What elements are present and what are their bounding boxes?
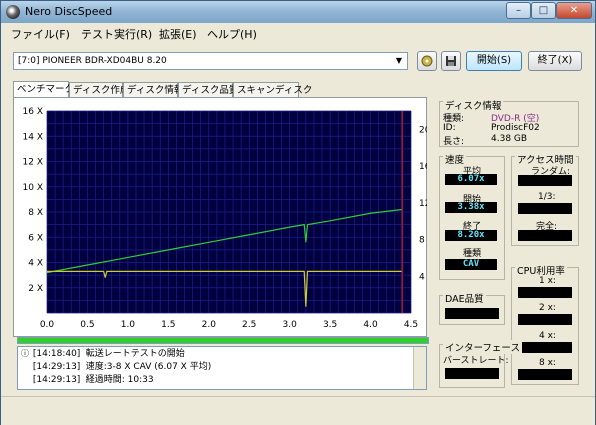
log-text: 速度:3-8 X CAV (6.07 X 平均) xyxy=(85,362,212,372)
disc-icon xyxy=(6,5,20,19)
speed-kind-label: 種類 xyxy=(463,249,482,259)
access-random-value xyxy=(518,175,572,186)
cpu-1x-label: 1 x: xyxy=(539,276,556,286)
save-icon xyxy=(446,56,456,66)
log-time: [14:29:13] xyxy=(32,375,81,385)
log-time: [14:18:40] xyxy=(32,349,81,359)
main-window: Nero DiscSpeed – □ ✕ ファイル(F) テスト実行(R) 拡張… xyxy=(0,0,596,425)
y-left-tick-label: 6 X xyxy=(28,233,43,243)
menu-file[interactable]: ファイル(F) xyxy=(11,26,70,42)
x-tick-label: 4.0 xyxy=(363,320,378,330)
drive-select-value: [7:0] PIONEER BDR-XD04BU 8.20 xyxy=(18,56,167,66)
x-tick-label: 0.5 xyxy=(80,320,94,330)
cpu-8x-label: 8 x: xyxy=(539,358,556,368)
minimize-button[interactable]: – xyxy=(506,2,531,19)
y-right-tick-label: 12 xyxy=(419,199,427,209)
y-right-tick-label: 8 xyxy=(419,236,425,246)
x-tick-label: 1.5 xyxy=(161,320,175,330)
drive-select[interactable]: [7:0] PIONEER BDR-XD04BU 8.20 ▼ xyxy=(13,52,408,70)
cpu-8x-value xyxy=(518,369,572,380)
dae-quality-title: DAE品質 xyxy=(443,291,486,305)
y-left-tick-label: 4 X xyxy=(28,259,43,269)
y-left-tick-label: 8 X xyxy=(28,208,43,218)
y-left-tick-label: 12 X xyxy=(23,158,43,168)
tab-disc-quality[interactable]: ディスク品質 xyxy=(178,82,238,97)
x-tick-label: 3.5 xyxy=(323,320,337,330)
disc-info-title: ディスク情報 xyxy=(443,98,504,112)
eject-button[interactable] xyxy=(417,51,437,71)
access-full-value xyxy=(518,230,572,241)
speed-start-value: 3.38x xyxy=(445,202,497,213)
x-tick-label: 1.0 xyxy=(121,320,136,330)
log-row: ⓘ [14:18:40] 転送レートテストの開始 xyxy=(20,348,185,360)
access-third-value xyxy=(518,203,572,214)
y-left-tick-label: 10 X xyxy=(23,183,43,193)
x-tick-label: 3.0 xyxy=(283,320,298,330)
progress-fill xyxy=(18,338,428,343)
tab-create-disc[interactable]: ディスク作成 xyxy=(69,82,129,97)
cpu-2x-value xyxy=(518,314,572,325)
log-text: 経過時間: 10:33 xyxy=(85,375,154,385)
cpu-4x-value xyxy=(518,342,572,353)
log-list[interactable]: ⓘ [14:18:40] 転送レートテストの開始 [14:29:13] 速度:3… xyxy=(17,346,427,390)
menu-bar: ファイル(F) テスト実行(R) 拡張(E) ヘルプ(H) xyxy=(1,23,595,43)
speed-avg-value: 6.07x xyxy=(445,174,497,185)
cpu-2x-label: 2 x: xyxy=(539,303,556,313)
status-bar xyxy=(1,396,595,425)
log-row: [14:29:13] 経過時間: 10:33 xyxy=(20,374,154,386)
start-button[interactable]: 開始(S) xyxy=(466,51,522,71)
exit-button[interactable]: 終了(X) xyxy=(528,51,582,71)
log-time: [14:29:13] xyxy=(32,362,81,372)
disc-id-label: ID: xyxy=(443,123,456,133)
tab-disc-info[interactable]: ディスク情報 xyxy=(123,82,183,97)
menu-run-test[interactable]: テスト実行(R) xyxy=(81,26,152,42)
speed-end-value: 8.20x xyxy=(445,230,497,241)
y-right-tick-label: 4 xyxy=(419,272,425,282)
x-tick-label: 0.0 xyxy=(40,320,55,330)
y-right-tick-label: 20 xyxy=(419,125,427,135)
tab-scan-disc[interactable]: スキャンディスク xyxy=(233,82,312,97)
tab-benchmark[interactable]: ベンチマーク xyxy=(13,81,74,98)
title-bar: Nero DiscSpeed – □ ✕ xyxy=(1,1,595,23)
speed-kind-value: CAV xyxy=(445,259,497,270)
cpu-title: CPU利用率 xyxy=(515,263,567,277)
save-button[interactable] xyxy=(441,51,461,71)
burst-rate-label: バーストレート: xyxy=(443,356,509,366)
y-left-tick-label: 14 X xyxy=(23,132,43,142)
log-scrollbar[interactable] xyxy=(413,347,426,389)
cpu-4x-label: 4 x: xyxy=(539,331,556,341)
log-row: [14:29:13] 速度:3-8 X CAV (6.07 X 平均) xyxy=(20,361,211,373)
access-third-label: 1/3: xyxy=(538,192,556,202)
menu-extras[interactable]: 拡張(E) xyxy=(159,26,197,42)
burst-rate-value xyxy=(445,368,499,379)
x-tick-label: 2.0 xyxy=(202,320,217,330)
menu-help[interactable]: ヘルプ(H) xyxy=(207,26,257,42)
transfer-rate-chart: 0.0 0.5 1.0 1.5 2.0 2.5 3.0 3.5 4.0 4.5 16 X 14 X 12… xyxy=(23,107,427,330)
x-tick-label: 2.5 xyxy=(242,320,256,330)
close-button[interactable]: ✕ xyxy=(556,2,592,19)
window-title: Nero DiscSpeed xyxy=(25,5,113,18)
chevron-down-icon: ▼ xyxy=(395,56,403,65)
interface-title: インターフェース xyxy=(443,340,522,354)
refresh-disc-icon xyxy=(421,55,433,67)
disc-length-value: 4.38 GB xyxy=(491,134,528,144)
y-left-tick-label: 2 X xyxy=(28,284,43,294)
disc-id-value: ProdiscF02 xyxy=(491,123,540,133)
y-right-tick-label: 16 xyxy=(419,162,427,172)
x-tick-label: 4.5 xyxy=(404,320,418,330)
disc-length-label: 長さ: xyxy=(443,137,465,147)
y-left-tick-label: 16 X xyxy=(23,107,43,117)
progress-bar xyxy=(17,337,429,344)
info-icon: ⓘ xyxy=(21,349,29,358)
log-text: 転送レートテストの開始 xyxy=(85,349,185,359)
maximize-button[interactable]: □ xyxy=(531,2,556,19)
cpu-1x-value xyxy=(518,287,572,298)
dae-quality-value xyxy=(445,308,499,319)
